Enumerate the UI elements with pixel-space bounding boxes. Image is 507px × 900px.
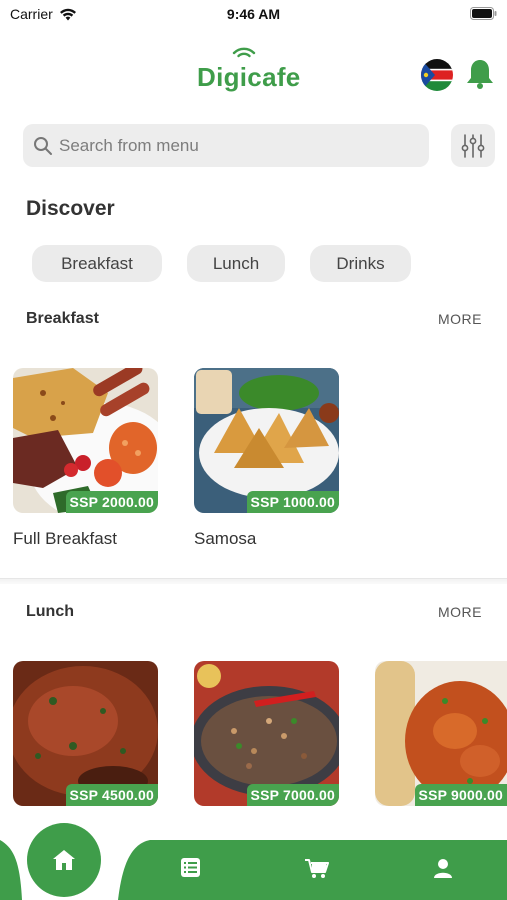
food-card-samosa[interactable]: SSP 1000.00: [194, 368, 339, 513]
discover-title: Discover: [26, 197, 115, 220]
app-name: Digicafe: [197, 62, 301, 92]
section-divider: [0, 578, 507, 584]
menu-list-icon: [181, 858, 200, 877]
food-name: Samosa: [194, 529, 257, 548]
nav-cart-button[interactable]: [305, 858, 329, 884]
food-card-lunch-3[interactable]: SSP 9000.00: [375, 661, 507, 806]
profile-icon: [434, 859, 452, 878]
category-chip-lunch[interactable]: Lunch: [187, 245, 285, 282]
battery-icon: [470, 7, 497, 20]
section-title-lunch: Lunch: [26, 603, 74, 620]
price-tag: SSP 7000.00: [246, 784, 339, 806]
food-card-full-breakfast[interactable]: SSP 2000.00: [13, 368, 158, 513]
more-link-breakfast[interactable]: MORE: [438, 311, 482, 327]
category-chip-drinks[interactable]: Drinks: [310, 245, 411, 282]
nav-profile-button[interactable]: [433, 858, 453, 883]
price-tag: SSP 4500.00: [65, 784, 158, 806]
cart-icon: [305, 859, 329, 878]
category-chip-breakfast[interactable]: Breakfast: [32, 245, 162, 282]
country-flag-icon[interactable]: [421, 59, 453, 91]
nav-home-button[interactable]: [27, 823, 101, 897]
food-card-lunch-1[interactable]: SSP 4500.00: [13, 661, 158, 806]
home-icon: [53, 850, 75, 870]
filter-button[interactable]: [451, 124, 495, 167]
notification-bell-icon[interactable]: [465, 58, 495, 95]
app-logo: Digicafe: [197, 47, 301, 92]
price-tag: SSP 9000.00: [414, 784, 507, 806]
sliders-icon: [461, 133, 485, 158]
status-bar: Carrier 9:46 AM: [0, 0, 507, 30]
logo-wifi-icon: [232, 47, 256, 58]
app-header: Digicafe: [0, 47, 507, 104]
search-bar[interactable]: [23, 124, 429, 167]
nav-menu-button[interactable]: [181, 858, 200, 882]
search-icon: [34, 136, 52, 155]
section-title-breakfast: Breakfast: [26, 310, 99, 327]
food-name: Full Breakfast: [13, 529, 117, 548]
status-time: 9:46 AM: [226, 6, 281, 22]
more-link-lunch[interactable]: MORE: [438, 604, 482, 620]
food-card-lunch-2[interactable]: SSP 7000.00: [194, 661, 339, 806]
search-input[interactable]: [59, 135, 399, 156]
price-tag: SSP 1000.00: [246, 491, 339, 513]
price-tag: SSP 2000.00: [65, 491, 158, 513]
